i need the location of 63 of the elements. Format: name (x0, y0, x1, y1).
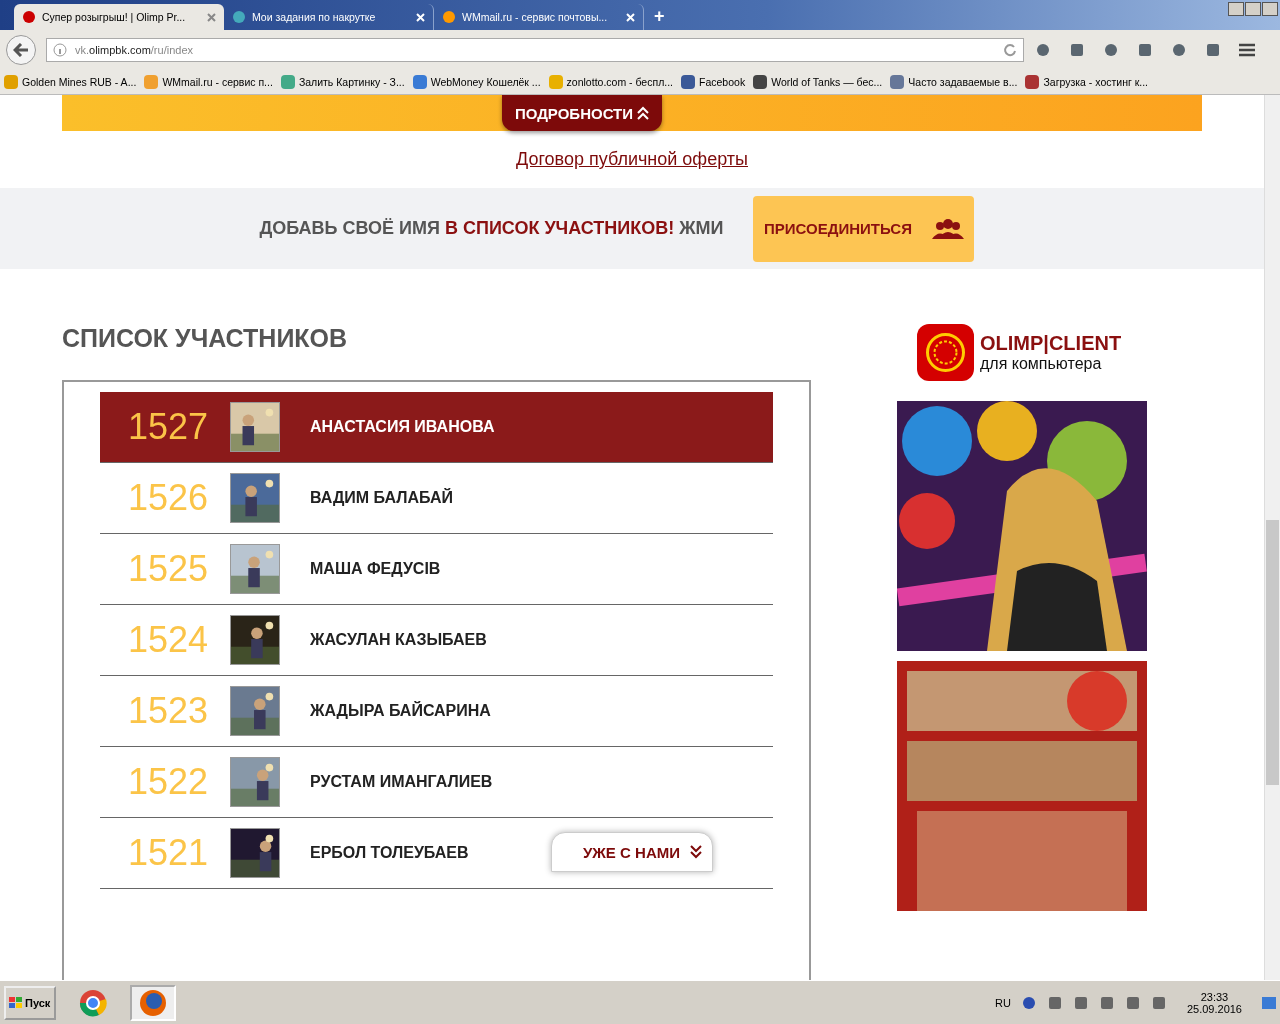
windows-logo-icon (9, 996, 23, 1009)
join-button[interactable]: ПРИСОЕДИНИТЬСЯ (753, 195, 975, 262)
bookmark-item[interactable]: WMmail.ru - сервис п... (144, 75, 273, 89)
bookmark-icon (144, 75, 159, 89)
address-field[interactable]: vk.olimpbk.com/ru/index (46, 38, 1024, 62)
close-icon[interactable] (207, 12, 216, 22)
participant-name: ЖАСУЛАН КАЗЫБАЕВ (310, 631, 487, 649)
scrollbar[interactable] (1264, 95, 1280, 980)
bookmark-icon (753, 75, 768, 89)
details-button[interactable]: ПОДРОБНОСТИ (502, 95, 662, 131)
site-icon (232, 10, 246, 24)
bookmark-icon (280, 75, 295, 89)
participant-name: МАША ФЕДУСІВ (310, 560, 441, 578)
join-text: ДОБАВЬ СВОЁ ИМЯ В СПИСОК УЧАСТНИКОВ! ЖМИ (259, 218, 724, 239)
bookmark-item[interactable]: Залить Картинку - З... (280, 75, 405, 89)
bookmark-icon (548, 75, 563, 89)
bookmark-icon (412, 75, 427, 89)
bookmark-icon (4, 75, 18, 89)
people-icon (931, 218, 964, 239)
participant-name: ЕРБОЛ ТОЛЕУБАЕВ (310, 844, 469, 862)
section-heading: СПИСОК УЧАСТНИКОВ (62, 324, 349, 353)
participant-number: 1521 (127, 832, 210, 874)
start-button[interactable]: Пуск (4, 985, 56, 1020)
language-indicator[interactable]: RU (995, 996, 1011, 1009)
url-text: vk.olimpbk.com/ru/index (75, 44, 194, 56)
info-icon (53, 43, 67, 57)
participant-number: 1527 (127, 406, 210, 448)
participant-row[interactable]: 1527 АНАСТАСИЯ ИВАНОВА (100, 392, 773, 463)
site-icon (22, 10, 36, 24)
participant-number: 1526 (127, 477, 210, 519)
participant-name: ВАДИМ БАЛАБАЙ (310, 489, 453, 507)
offer-link[interactable]: Договор публичной оферты (516, 149, 748, 170)
new-tab-button[interactable]: + (654, 6, 665, 27)
bookmark-item[interactable]: zonlotto.com - беспл... (548, 75, 674, 89)
logo-title: OLIMP|CLIENT (980, 332, 1122, 355)
already-with-us-button[interactable]: УЖЕ С НАМИ (551, 832, 713, 872)
bookmark-item[interactable]: Загрузка - хостинг к... (1025, 75, 1149, 89)
site-icon (442, 10, 456, 24)
bookmark-item[interactable]: WebMoney Кошелёк ... (412, 75, 541, 89)
reload-icon[interactable] (1003, 43, 1017, 57)
bookmark-item[interactable]: World of Tanks — бес... (753, 75, 883, 89)
participant-name: АНАСТАСИЯ ИВАНОВА (310, 418, 495, 436)
bookmark-icon (681, 75, 696, 89)
menu-icon[interactable] (1238, 42, 1256, 58)
participant-number: 1525 (127, 548, 210, 590)
participant-number: 1524 (127, 619, 210, 661)
browser-tab[interactable]: Супер розыгрыш! | Olimp Pr... (14, 4, 224, 30)
participant-name: ЖАДЫРА БАЙСАРИНА (310, 702, 491, 720)
participant-name: РУСТАМ ИМАНГАЛИЕВ (310, 773, 493, 791)
logo-subtitle: для компьютера (980, 355, 1103, 373)
bookmark-icon (890, 75, 905, 89)
chevron-up-icon (637, 106, 650, 120)
clock[interactable]: 23:33 25.09.2016 (1186, 990, 1242, 1015)
bookmark-item[interactable]: Часто задаваемые в... (890, 75, 1018, 89)
participant-number: 1522 (127, 761, 210, 803)
bookmark-item[interactable]: Golden Mines RUB - A... (4, 75, 137, 89)
back-button[interactable] (6, 35, 36, 65)
bookmark-icon (1025, 75, 1040, 89)
bookmark-item[interactable]: Facebook (681, 75, 746, 89)
back-arrow-icon (13, 43, 29, 57)
chevron-down-icon (690, 845, 702, 859)
participant-number: 1523 (127, 690, 210, 732)
firefox-taskbar-icon[interactable] (130, 984, 176, 1021)
